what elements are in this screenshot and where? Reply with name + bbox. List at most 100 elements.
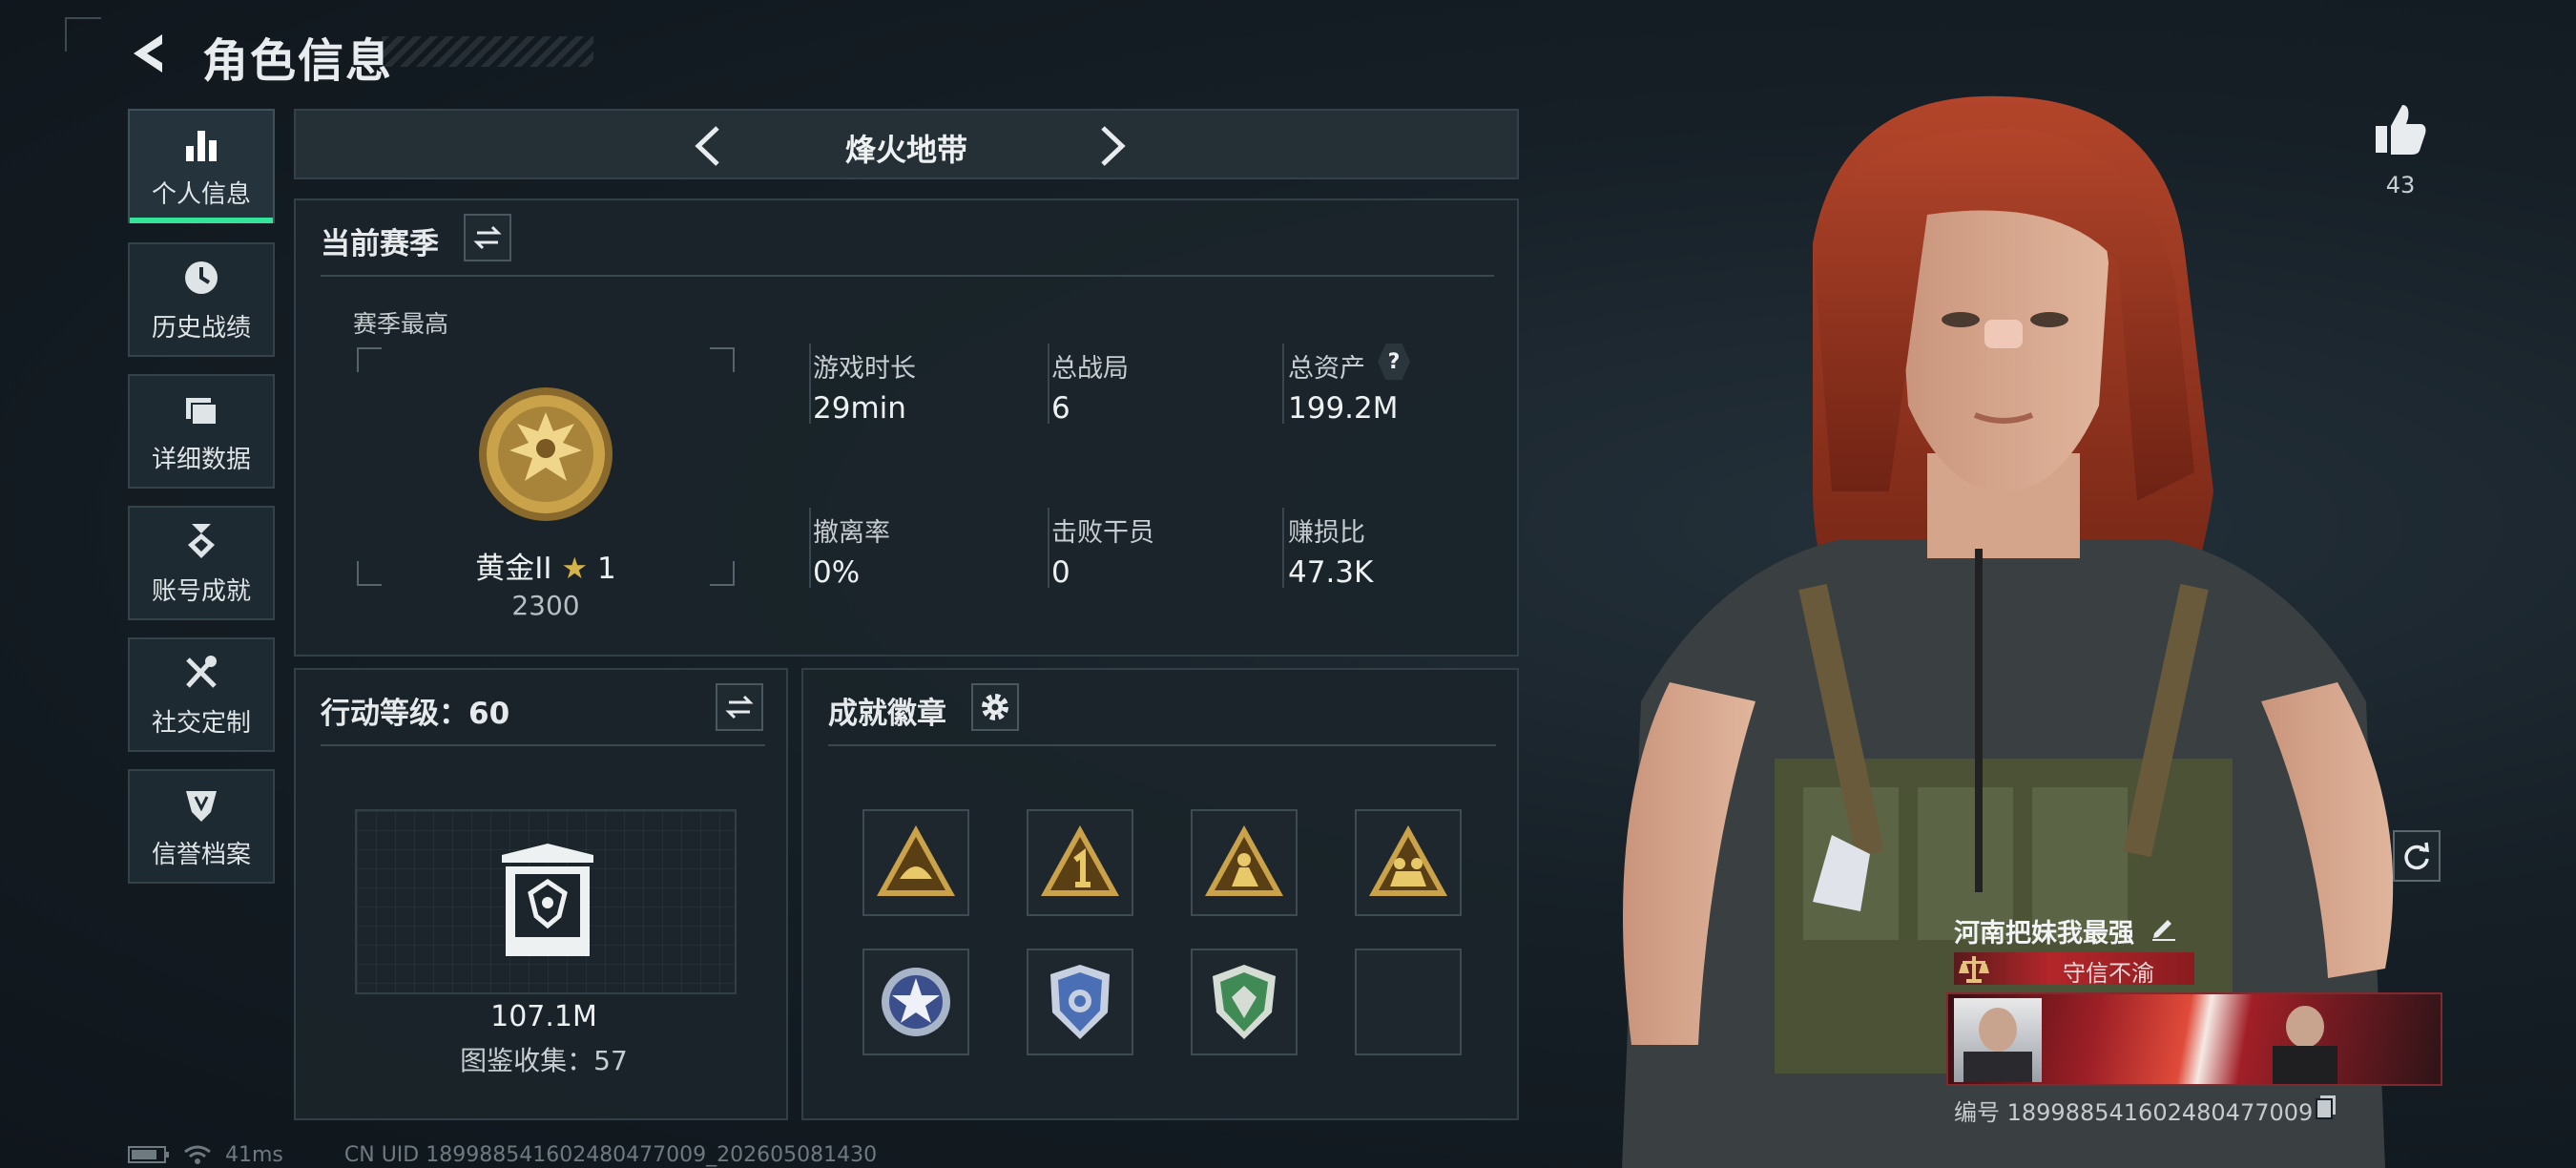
collection-value: 107.1M [490, 1000, 597, 1033]
season-switch-button[interactable] [464, 214, 511, 261]
status-bar: 41ms CN UID 18998854160248047700​9_20260… [128, 1141, 877, 1168]
rank-name: 黄金II [475, 552, 552, 586]
achievement-badge[interactable] [1191, 809, 1298, 916]
achievements-panel: 成就徽章 [801, 668, 1519, 1120]
season-panel: 当前赛季 赛季最高 黄金II ★ 1 2300 游戏时长 29min 总战局 6… [294, 198, 1519, 657]
achievement-badge[interactable] [862, 809, 969, 916]
swap-icon [473, 225, 502, 250]
mode-selector: 烽火地带 [294, 109, 1519, 179]
stat-label-operators-defeated: 击败干员 [1051, 518, 1154, 548]
triangle-number-one-badge-icon [1041, 825, 1119, 896]
motto-text: 守信不渝 [2063, 960, 2154, 987]
stat-value-play-time: 29min [813, 391, 906, 426]
stat-value-extract-rate: 0% [813, 555, 861, 590]
action-level-switch-button[interactable] [716, 683, 763, 731]
collection-count: 图鉴收集：57 [460, 1045, 628, 1076]
green-shield-badge-icon [1213, 965, 1276, 1039]
divider [809, 344, 811, 424]
back-arrow-icon[interactable] [124, 27, 177, 80]
triangle-soldier-badge-icon [1205, 825, 1283, 896]
achievement-badge[interactable] [1191, 949, 1298, 1055]
folder-icon [186, 397, 218, 426]
sidebar-item-social-custom[interactable]: 社交定制 [128, 637, 275, 752]
stat-label-total-matches: 总战局 [1051, 354, 1129, 384]
sidebar-item-history[interactable]: 历史战绩 [128, 242, 275, 357]
divider [1282, 344, 1284, 424]
achievement-badge[interactable] [1027, 809, 1133, 916]
player-banner[interactable] [1946, 992, 2442, 1086]
stat-label-total-assets: 总资产 [1288, 354, 1365, 384]
help-icon[interactable]: ? [1378, 344, 1410, 380]
divider [321, 275, 1494, 277]
chevron-right-icon[interactable] [1090, 122, 1133, 170]
shield-icon [186, 790, 217, 822]
sidebar-item-credit-record[interactable]: 信誉档案 [128, 769, 275, 884]
swap-icon [725, 695, 754, 720]
player-id: 编号 18998854160248047700​9 [1954, 1099, 2314, 1126]
sidebar-item-label: 社交定制 [151, 708, 251, 738]
section-title: 行动等级：60 [321, 697, 510, 731]
collection-vault-icon [502, 844, 593, 956]
battery-icon [128, 1146, 169, 1163]
mode-name: 烽火地带 [844, 132, 967, 168]
achievement-badge-empty[interactable] [1355, 949, 1462, 1055]
collection-display[interactable] [355, 809, 737, 994]
wifi-icon [184, 1145, 211, 1164]
like-count: 43 [2385, 172, 2416, 198]
banner-avatar [1954, 998, 2042, 1082]
triangle-helmet-badge-icon [877, 825, 955, 896]
stat-label-profit-loss-ratio: 赚损比 [1288, 518, 1365, 548]
sidebar-item-personal-info[interactable]: 个人信息 [128, 109, 275, 223]
triangle-squad-badge-icon [1369, 825, 1447, 896]
scales-icon [1959, 956, 1989, 983]
sidebar-item-label: 个人信息 [151, 179, 251, 209]
medal-icon [188, 523, 215, 558]
stat-label-play-time: 游戏时长 [813, 354, 916, 384]
uid-text: CN UID 18998854160248047700​9_2026050814… [343, 1142, 878, 1167]
banner-figure [2269, 1002, 2341, 1084]
action-level-panel: 行动等级：60 107.1M 图鉴收集：57 [294, 668, 788, 1120]
refresh-icon [2404, 842, 2430, 870]
edit-pencil-icon[interactable] [2149, 912, 2179, 943]
page-title: 角色信息 [202, 34, 394, 88]
blue-police-badge-icon [1050, 965, 1110, 1039]
sidebar-item-label: 账号成就 [151, 576, 251, 606]
stat-value-profit-loss-ratio: 47.3K [1288, 555, 1374, 590]
stat-value-total-assets: 199.2M [1288, 391, 1399, 426]
rank-stars: 1 [597, 552, 616, 586]
divider [1282, 508, 1284, 588]
section-title: 成就徽章 [828, 697, 946, 731]
refresh-button[interactable] [2393, 830, 2441, 882]
divider [809, 508, 811, 588]
stat-value-total-matches: 6 [1051, 391, 1070, 426]
sidebar-item-label: 详细数据 [151, 445, 251, 474]
rank-name-row: 黄金II ★ 1 [357, 544, 735, 587]
sidebar-item-detailed-data[interactable]: 详细数据 [128, 374, 275, 489]
gold-rank-emblem-icon [479, 387, 613, 521]
thumbs-up-icon[interactable] [2372, 101, 2429, 158]
divider [1048, 344, 1049, 424]
divider [828, 744, 1496, 746]
achievements-settings-button[interactable] [971, 683, 1019, 731]
achievement-badge[interactable] [862, 949, 969, 1055]
stat-value-operators-defeated: 0 [1051, 555, 1070, 590]
divider [321, 744, 765, 746]
bar-chart-icon [186, 130, 217, 161]
achievement-badge[interactable] [1027, 949, 1133, 1055]
copy-icon[interactable] [2315, 1094, 2337, 1120]
sidebar-item-achievements[interactable]: 账号成就 [128, 506, 275, 620]
title-decoration [382, 36, 593, 67]
achievement-badge[interactable] [1355, 809, 1462, 916]
stat-label-extract-rate: 撤离率 [813, 518, 890, 548]
rank-points: 2300 [511, 590, 580, 621]
tools-icon [186, 655, 217, 688]
divider [1048, 508, 1049, 588]
section-title: 当前赛季 [321, 227, 439, 261]
clock-icon [185, 261, 218, 294]
sidebar-item-label: 历史战绩 [151, 313, 251, 343]
corner-decoration [65, 17, 101, 52]
gear-icon [982, 694, 1008, 720]
season-best-label: 赛季最高 [353, 310, 449, 338]
sidebar-item-label: 信誉档案 [151, 840, 251, 869]
ping-value: 41ms [225, 1142, 283, 1167]
